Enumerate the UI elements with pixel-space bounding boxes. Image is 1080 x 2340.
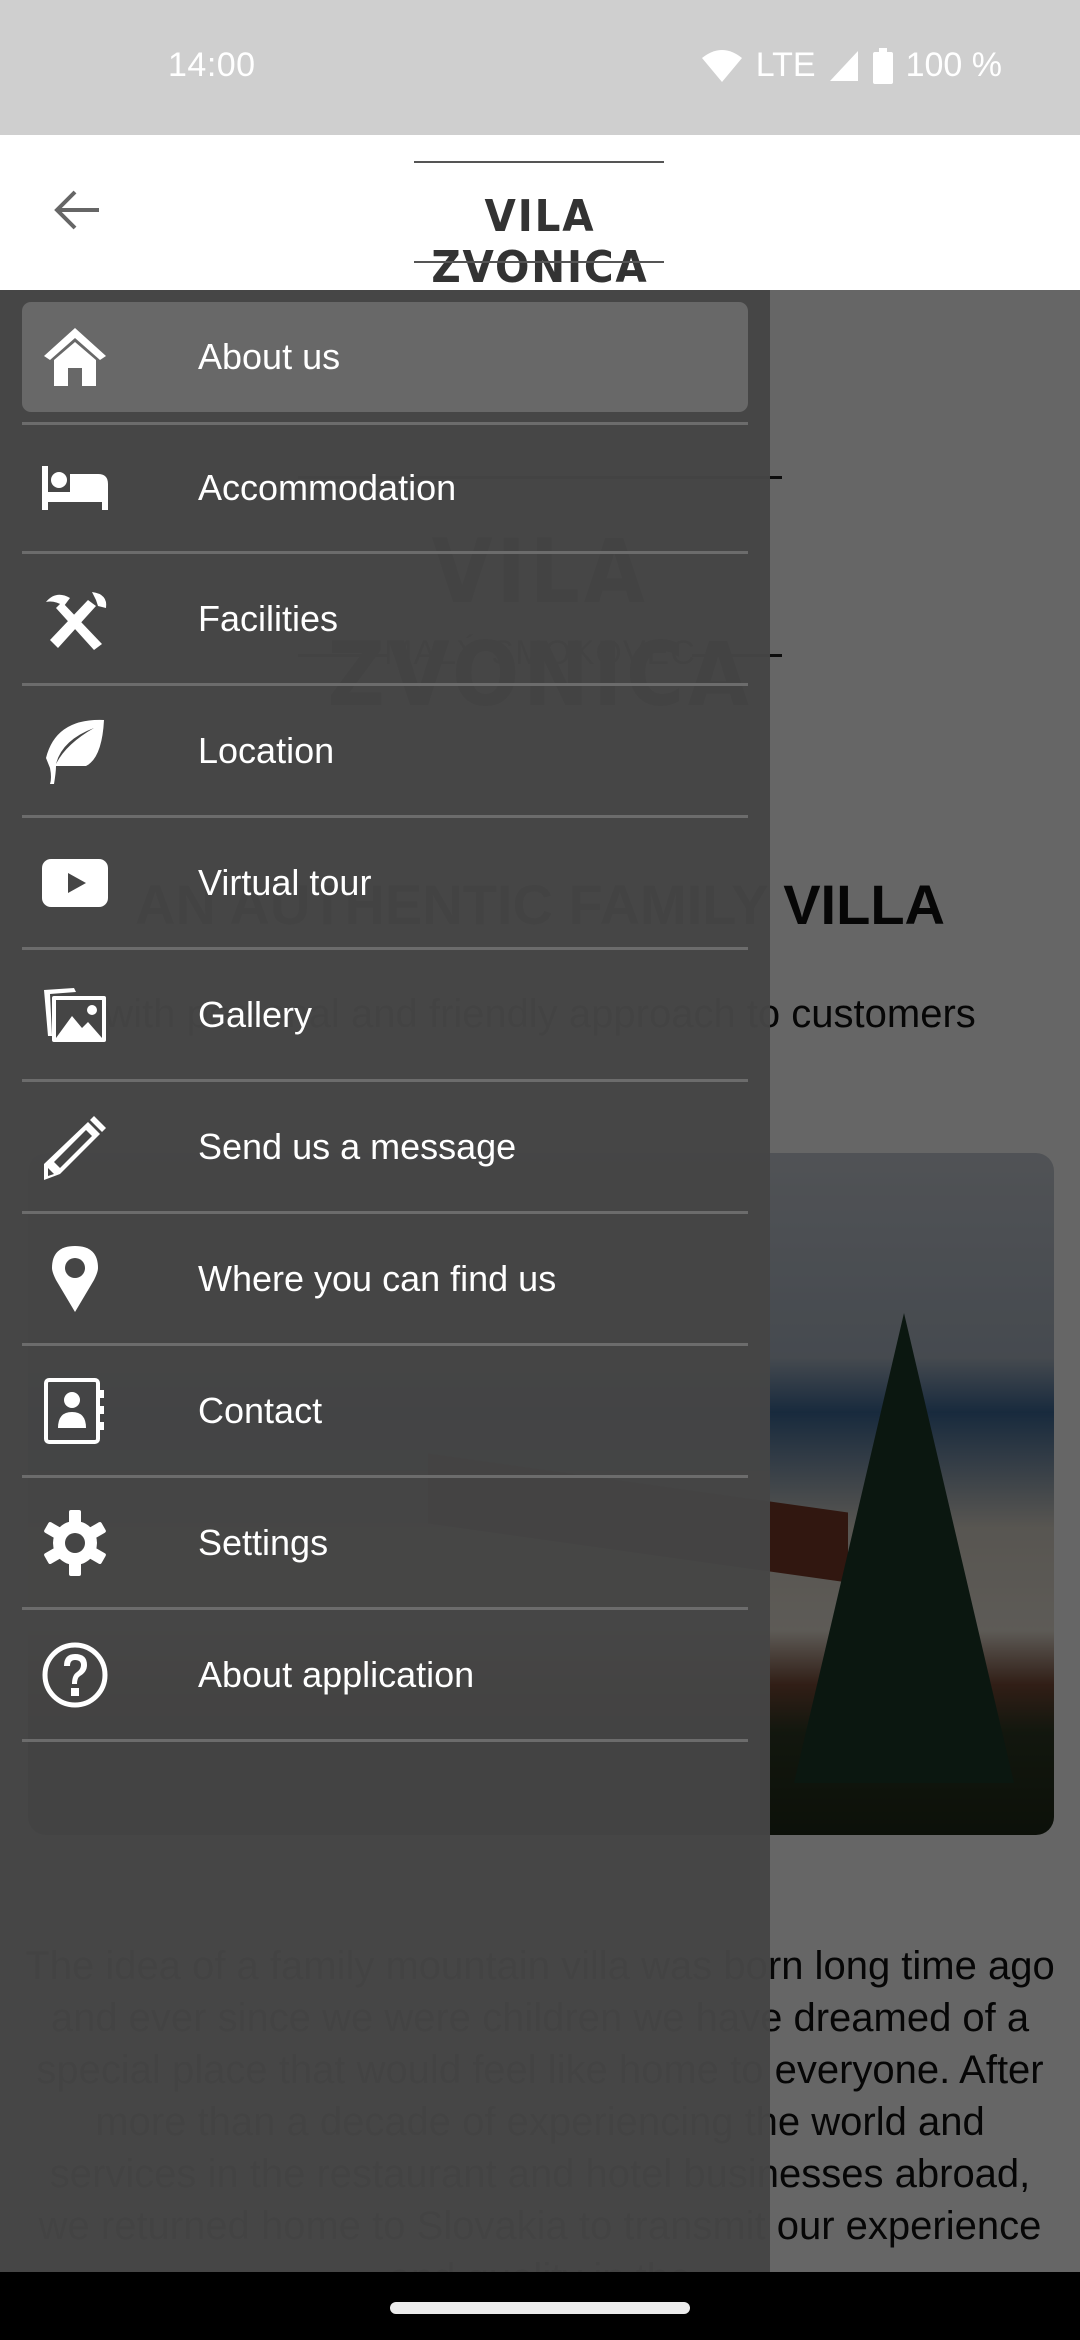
menu-item-label: Where you can find us xyxy=(198,1257,557,1299)
pencil-icon xyxy=(42,1114,108,1180)
home-icon xyxy=(42,324,108,390)
wifi-icon xyxy=(700,48,744,84)
map-pin-icon xyxy=(42,1245,108,1312)
menu-item-location[interactable]: Location xyxy=(22,686,748,818)
menu-item-label: Location xyxy=(198,729,335,771)
menu-item-about-application[interactable]: About application xyxy=(22,1610,748,1742)
cell-signal-icon xyxy=(828,49,860,83)
battery-percent: 100 % xyxy=(905,46,1002,84)
menu-item-gallery[interactable]: Gallery xyxy=(22,950,748,1082)
menu-item-settings[interactable]: Settings xyxy=(22,1478,748,1610)
status-time: 14:00 xyxy=(168,46,256,84)
home-gesture-handle[interactable] xyxy=(390,2302,690,2314)
menu-item-label: About application xyxy=(198,1653,475,1695)
bed-icon xyxy=(42,455,108,521)
menu-item-label: Settings xyxy=(198,1521,329,1563)
navigation-drawer: About us Accommodation Facilities Locati… xyxy=(0,290,770,2272)
tools-icon xyxy=(42,586,108,652)
menu-item-label: Facilities xyxy=(198,597,339,639)
menu-item-label: Accommodation xyxy=(198,467,457,508)
logo-text: VILA ZVONICA xyxy=(431,191,649,293)
menu-item-virtual-tour[interactable]: Virtual tour xyxy=(22,818,748,950)
menu-item-label: About us xyxy=(198,336,341,377)
leaf-icon xyxy=(42,718,108,784)
logo-top-line xyxy=(414,161,664,163)
status-bar: 14:00 LTE 100 % xyxy=(0,0,1080,135)
menu-item-label: Virtual tour xyxy=(198,861,372,903)
system-navigation-bar xyxy=(0,2272,1080,2340)
back-button[interactable] xyxy=(44,179,110,245)
battery-icon xyxy=(872,47,894,84)
status-icons: LTE 100 % xyxy=(700,46,1002,85)
drawer-menu: About us Accommodation Facilities Locati… xyxy=(22,302,748,1742)
help-circle-icon xyxy=(42,1642,108,1708)
menu-item-send-message[interactable]: Send us a message xyxy=(22,1082,748,1214)
logo-bottom-line xyxy=(414,261,664,263)
contact-book-icon xyxy=(42,1377,108,1444)
gear-icon xyxy=(42,1509,108,1576)
arrow-left-icon xyxy=(53,188,101,237)
app-logo: VILA ZVONICA xyxy=(380,161,700,293)
menu-item-accommodation[interactable]: Accommodation xyxy=(22,422,748,554)
network-type: LTE xyxy=(755,46,816,84)
play-video-icon xyxy=(42,850,108,916)
menu-item-about-us[interactable]: About us xyxy=(22,302,748,412)
gallery-icon xyxy=(42,982,108,1048)
menu-item-label: Send us a message xyxy=(198,1125,517,1167)
menu-item-contact[interactable]: Contact xyxy=(22,1346,748,1478)
menu-item-facilities[interactable]: Facilities xyxy=(22,554,748,686)
menu-item-where-find-us[interactable]: Where you can find us xyxy=(22,1214,748,1346)
app-bar: VILA ZVONICA xyxy=(0,135,1080,293)
menu-item-label: Contact xyxy=(198,1389,323,1431)
menu-item-label: Gallery xyxy=(198,993,313,1035)
